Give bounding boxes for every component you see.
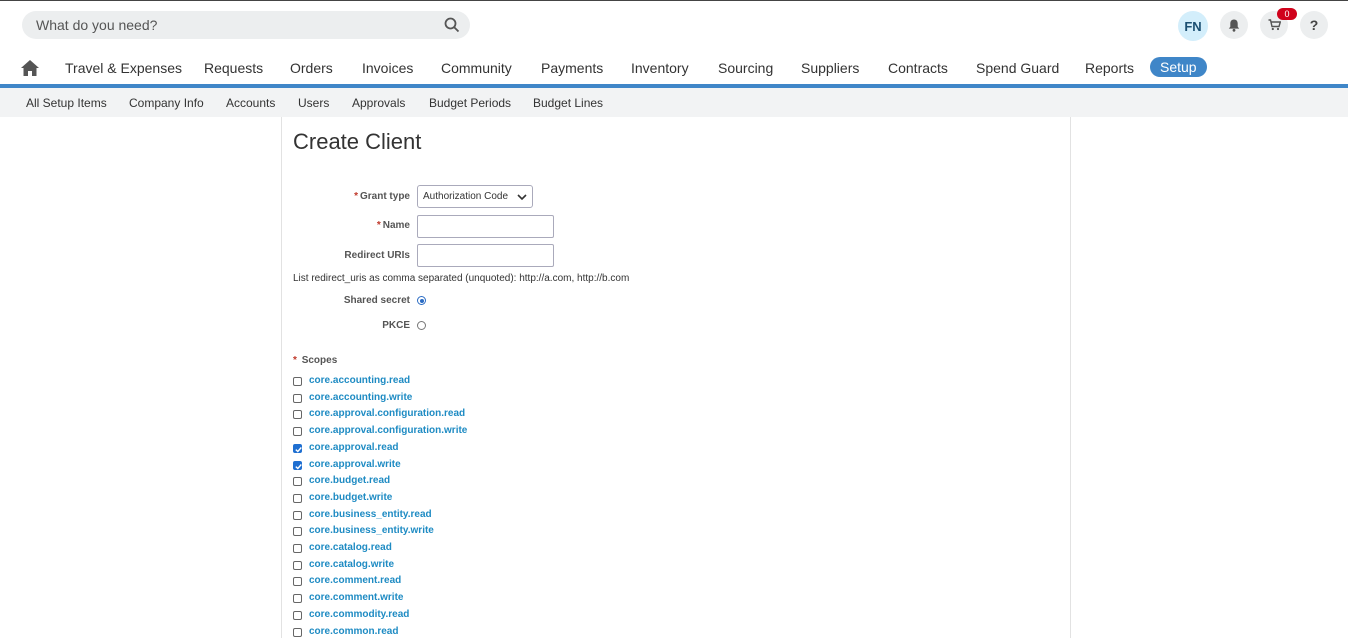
nav-inventory[interactable]: Inventory	[631, 60, 689, 76]
scope-label[interactable]: core.business_entity.write	[309, 525, 434, 536]
main-nav: Travel & Expenses Requests Orders Invoic…	[0, 56, 1348, 83]
scope-checkbox[interactable]	[293, 460, 302, 470]
search-bar[interactable]: What do you need?	[22, 11, 470, 39]
scope-label[interactable]: core.accounting.read	[309, 375, 410, 386]
scope-checkbox[interactable]	[293, 594, 302, 604]
pkce-label: PKCE	[382, 320, 410, 331]
nav-setup[interactable]: Setup	[1150, 57, 1207, 77]
grant-type-value: Authorization Code	[423, 191, 509, 202]
scope-label[interactable]: core.budget.write	[309, 492, 392, 503]
redirect-uris-input[interactable]	[417, 244, 554, 267]
cart-icon	[1268, 19, 1281, 31]
subnav-accounts[interactable]: Accounts	[226, 96, 275, 110]
scope-label[interactable]: core.catalog.read	[309, 542, 392, 553]
nav-payments[interactable]: Payments	[541, 60, 603, 76]
scope-checkbox[interactable]	[293, 443, 302, 453]
pkce-radio[interactable]	[417, 321, 426, 330]
scope-checkbox[interactable]	[293, 427, 302, 437]
redirect-uris-hint: List redirect_uris as comma separated (u…	[293, 273, 630, 284]
required-marker: *	[293, 355, 297, 366]
bell-icon	[1228, 19, 1240, 32]
scope-checkbox[interactable]	[293, 510, 302, 520]
name-input[interactable]	[417, 215, 554, 238]
nav-orders[interactable]: Orders	[290, 60, 333, 76]
scope-label[interactable]: core.approval.write	[309, 459, 401, 470]
shared-secret-radio[interactable]	[417, 296, 426, 305]
cart-count-badge: 0	[1277, 8, 1297, 20]
scopes-label: * Scopes	[293, 355, 338, 366]
scope-label[interactable]: core.comment.write	[309, 592, 403, 603]
scope-label[interactable]: core.comment.read	[309, 575, 401, 586]
scope-label[interactable]: core.common.read	[309, 626, 398, 637]
nav-contracts[interactable]: Contracts	[888, 60, 948, 76]
redirect-uris-label: Redirect URIs	[344, 250, 410, 261]
nav-travel-expenses[interactable]: Travel & Expenses	[65, 60, 182, 76]
nav-reports[interactable]: Reports	[1085, 60, 1134, 76]
nav-spend-guard[interactable]: Spend Guard	[976, 60, 1059, 76]
scope-checkbox[interactable]	[293, 544, 302, 553]
grant-type-label: * Grant type	[354, 191, 410, 202]
help-icon: ?	[1309, 17, 1319, 33]
notifications-button[interactable]	[1220, 11, 1248, 39]
nav-suppliers[interactable]: Suppliers	[801, 60, 859, 76]
scope-label[interactable]: core.business_entity.read	[309, 509, 432, 520]
required-marker: *	[376, 220, 381, 231]
subnav-approvals[interactable]: Approvals	[352, 96, 405, 110]
chevron-down-icon	[517, 194, 527, 201]
avatar[interactable]: FN	[1178, 11, 1208, 41]
nav-invoices[interactable]: Invoices	[362, 60, 413, 76]
search-icon[interactable]	[444, 17, 460, 33]
nav-community[interactable]: Community	[441, 60, 512, 76]
scope-checkbox[interactable]	[293, 410, 302, 420]
search-input[interactable]: What do you need?	[36, 17, 157, 33]
subnav-budget-lines[interactable]: Budget Lines	[533, 96, 603, 110]
scope-checkbox[interactable]	[293, 577, 302, 587]
scope-checkbox[interactable]	[293, 477, 302, 487]
avatar-initials: FN	[1184, 18, 1202, 34]
nav-requests[interactable]: Requests	[204, 60, 263, 76]
subnav-all-setup-items[interactable]: All Setup Items	[26, 96, 107, 110]
scope-checkbox[interactable]	[293, 610, 302, 620]
checkmark-icon	[295, 446, 302, 453]
scope-checkbox[interactable]	[293, 527, 302, 537]
scope-label[interactable]: core.approval.configuration.write	[309, 425, 467, 436]
scope-label[interactable]: core.catalog.write	[309, 559, 394, 570]
page-title: Create Client	[293, 129, 422, 154]
help-button[interactable]: ?	[1300, 11, 1328, 39]
sub-nav: All Setup Items Company Info Accounts Us…	[0, 88, 1348, 117]
scope-label[interactable]: core.approval.read	[309, 442, 398, 453]
scope-checkbox[interactable]	[293, 393, 302, 403]
scope-label[interactable]: core.commodity.read	[309, 609, 409, 620]
home-icon[interactable]	[20, 59, 40, 77]
scope-checkbox[interactable]	[293, 377, 302, 386]
subnav-budget-periods[interactable]: Budget Periods	[429, 96, 511, 110]
shared-secret-label: Shared secret	[343, 295, 410, 306]
scope-checkbox[interactable]	[293, 627, 302, 637]
scope-label[interactable]: core.budget.read	[309, 475, 390, 486]
subnav-company-info[interactable]: Company Info	[129, 96, 204, 110]
grant-type-select[interactable]: Authorization Code	[417, 185, 533, 208]
subnav-users[interactable]: Users	[298, 96, 329, 110]
scope-checkbox[interactable]	[293, 493, 302, 503]
scope-label[interactable]: core.accounting.write	[309, 392, 412, 403]
scope-label[interactable]: core.approval.configuration.read	[309, 408, 465, 419]
checkmark-icon	[295, 463, 302, 470]
name-label: * Name	[376, 220, 410, 231]
scope-checkbox[interactable]	[293, 560, 302, 570]
required-marker: *	[354, 191, 358, 202]
nav-sourcing[interactable]: Sourcing	[718, 60, 773, 76]
